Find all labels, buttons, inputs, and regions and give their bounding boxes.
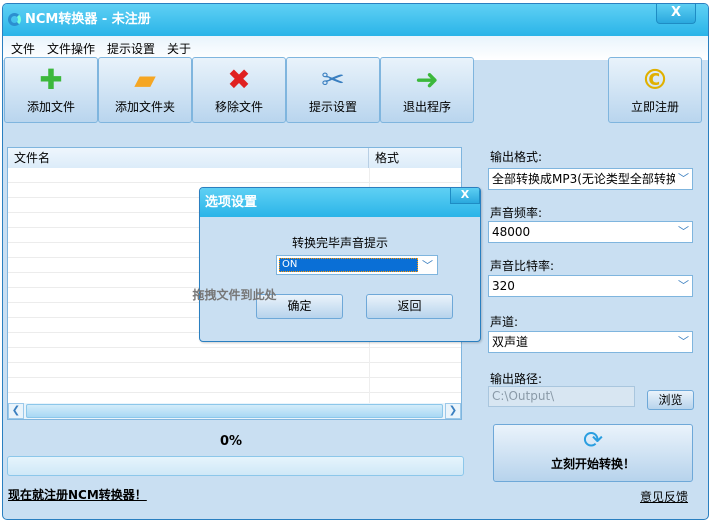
list-header: 文件名 格式 [8,148,461,168]
tools-icon: ✂ [321,63,345,96]
menu-file[interactable]: 文件 [11,40,35,57]
button-label: 退出程序 [402,100,451,114]
progress-text: 0% [220,434,243,449]
channel-select[interactable]: 双声道 ﹀ [488,331,693,353]
add-icon: ✚ [39,63,63,96]
notify-settings-button[interactable]: ✂ 提示设置 [286,57,380,123]
column-filename[interactable]: 文件名 [8,148,369,168]
dialog-close-button[interactable]: X [450,188,480,204]
button-label: 移除文件 [214,100,263,114]
button-label: 提示设置 [308,100,357,114]
toolbar: ✚ 添加文件 ▰ 添加文件夹 ✖ 移除文件 ✂ 提示设置 ➜ 退出程序 © 立即注册 [2,57,709,124]
format-label: 输出格式: [490,150,543,164]
register-link[interactable]: 现在就注册NCM转换器！ [8,486,147,503]
remove-icon: ✖ [227,63,251,96]
path-label: 输出路径: [490,372,543,386]
close-button[interactable]: X [656,4,696,24]
output-path-input[interactable]: C:\Output\ [488,386,635,407]
progress-bar [7,456,464,476]
add-folder-button[interactable]: ▰ 添加文件夹 [98,57,192,123]
exit-arrow-icon: ➜ [415,63,439,96]
sound-notify-value: ON [279,258,418,272]
chevron-down-icon: ﹀ [422,259,433,272]
samplerate-value: 48000 [492,225,531,239]
exit-button[interactable]: ➜ 退出程序 [380,57,474,123]
horizontal-scrollbar[interactable]: ❮ ❯ [8,403,461,419]
samplerate-select[interactable]: 48000 ﹀ [488,221,693,243]
dialog-title: 选项设置 [205,195,258,210]
dialog-title-bar: 选项设置 X [200,188,480,217]
channel-value: 双声道 [492,335,529,349]
format-value: 全部转换成MP3(无论类型全部转换) [492,172,683,186]
button-label: 添加文件 [26,100,75,114]
format-select[interactable]: 全部转换成MP3(无论类型全部转换) ﹀ [488,168,693,190]
scroll-left-icon[interactable]: ❮ [8,403,24,419]
sound-notify-select[interactable]: ON ﹀ [276,255,438,275]
add-file-button[interactable]: ✚ 添加文件 [4,57,98,123]
bitrate-select[interactable]: 320 ﹀ [488,275,693,297]
window-title: NCM转换器 - 未注册 [25,12,151,27]
button-label: 添加文件夹 [114,100,175,114]
chevron-down-icon: ﹀ [675,169,689,189]
drag-hint: 拖拽文件到此处 [192,288,277,302]
menu-about[interactable]: 关于 [167,40,191,57]
samplerate-label: 声音频率: [490,206,543,220]
feedback-link[interactable]: 意见反馈 [640,488,688,505]
chevron-down-icon: ﹀ [675,332,689,352]
coin-icon: © [641,63,669,96]
channel-label: 声道: [490,315,519,329]
register-now-button[interactable]: © 立即注册 [608,57,702,123]
menu-file-ops[interactable]: 文件操作 [47,40,95,57]
bitrate-value: 320 [492,279,515,293]
menu-notify-settings[interactable]: 提示设置 [107,40,155,57]
button-label: 立即注册 [630,100,679,114]
start-label: 立刻开始转换！ [550,457,635,471]
start-convert-button[interactable]: ⟳ 立刻开始转换！ [493,424,693,482]
chevron-down-icon: ﹀ [675,222,689,242]
column-format[interactable]: 格式 [369,148,399,168]
scroll-thumb[interactable] [26,404,443,418]
convert-icon: ⟳ [582,426,604,454]
scroll-right-icon[interactable]: ❯ [445,403,461,419]
remove-file-button[interactable]: ✖ 移除文件 [192,57,286,123]
title-bar: NCM转换器 - 未注册 X [3,4,708,36]
options-dialog: 选项设置 X 转换完毕声音提示 ON ﹀ 确定 返回 [199,187,481,342]
bitrate-label: 声音比特率: [490,259,555,273]
sound-notify-label: 转换完毕声音提示 [291,236,388,250]
chevron-down-icon: ﹀ [675,276,689,296]
app-icon [8,13,21,26]
browse-button[interactable]: 浏览 [647,390,694,410]
folder-icon: ▰ [134,63,156,96]
